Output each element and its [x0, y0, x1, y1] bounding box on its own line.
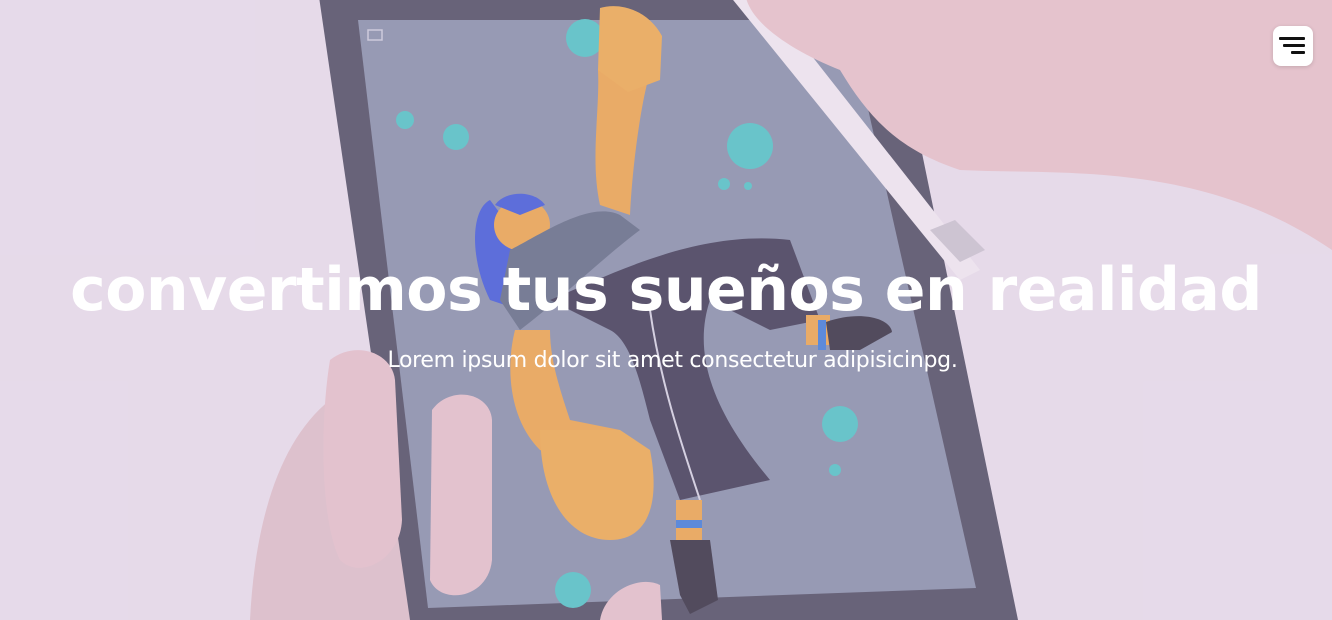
hero-title: convertimos tus sueños en realidad	[70, 255, 1262, 325]
hero-section: convertimos tus sueños en realidad Lorem…	[0, 0, 1332, 620]
menu-line	[1279, 37, 1305, 40]
menu-line	[1283, 44, 1305, 47]
hero-subtitle: Lorem ipsum dolor sit amet consectetur a…	[387, 348, 958, 373]
hamburger-menu-icon[interactable]	[1273, 26, 1313, 66]
menu-line	[1291, 51, 1305, 54]
